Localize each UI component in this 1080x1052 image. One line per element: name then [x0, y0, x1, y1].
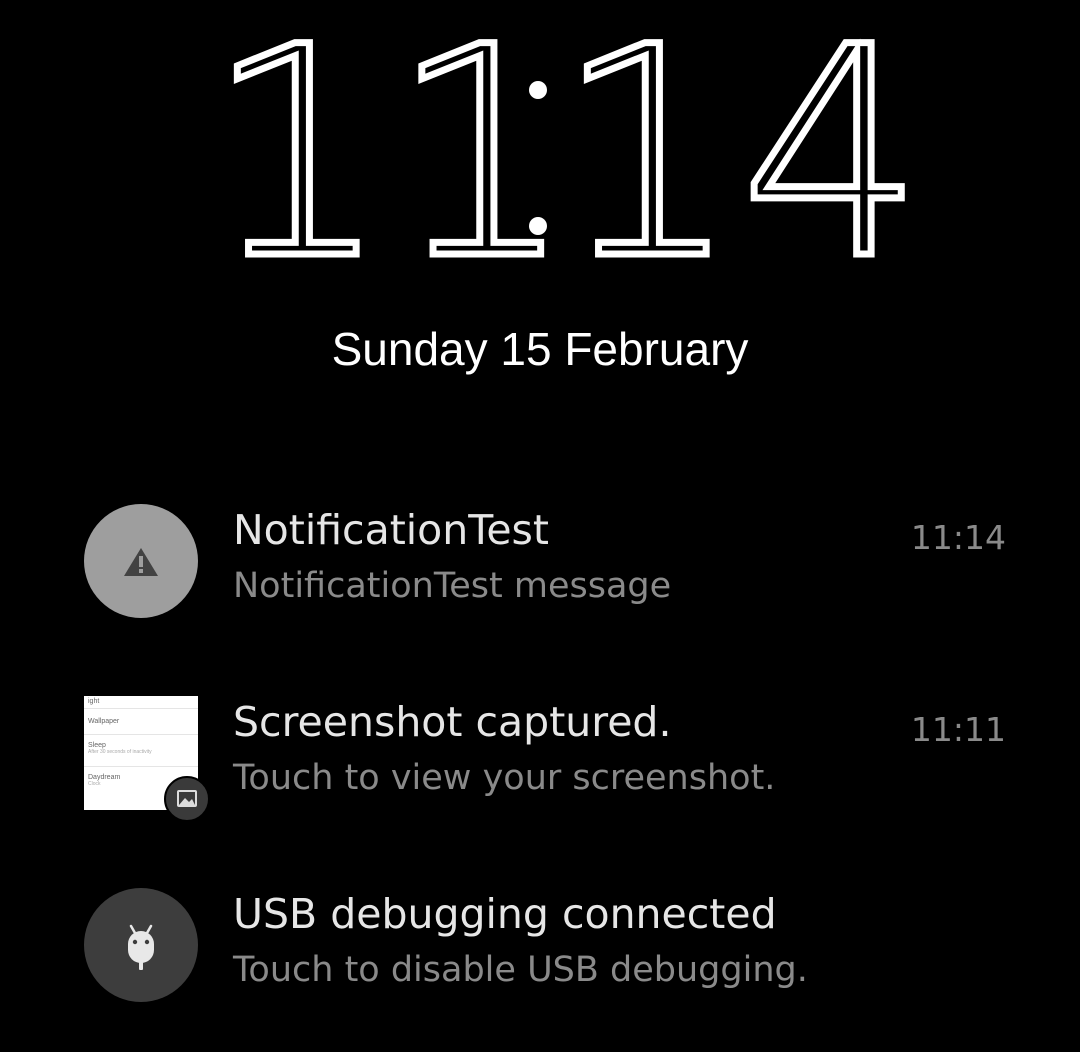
clock-minutes: 14 [555, 20, 924, 280]
notification-app-icon [84, 888, 198, 1002]
thumbnail-row: Daydream Clock [88, 774, 120, 787]
thumbnail-row: Sleep After 30 seconds of inactivity [88, 742, 152, 755]
thumbnail-divider [84, 766, 198, 767]
notification-time: 11:11 [910, 710, 1006, 749]
clock-colon-bottom [529, 217, 547, 235]
notification-body: Touch to disable USB debugging. [233, 950, 808, 990]
thumbnail-row: Wallpaper [88, 718, 120, 725]
notification-title: Screenshot captured. [233, 698, 672, 746]
thumbnail-divider [84, 708, 198, 709]
notification-app-icon [84, 504, 198, 618]
notification-body: Touch to view your screenshot. [233, 758, 776, 798]
notification-item[interactable]: ight Wallpaper Sleep After 30 seconds of… [0, 696, 1080, 826]
thumbnail-row-label: Daydream [88, 774, 121, 781]
warning-icon [124, 548, 158, 576]
notification-time: 11:14 [910, 518, 1006, 557]
clock-colon-top [529, 81, 547, 99]
notification-title: USB debugging connected [233, 890, 777, 938]
thumbnail-row-label: Sleep [88, 742, 106, 749]
screenshot-badge [164, 776, 210, 822]
lockscreen-date: Sunday 15 February [331, 323, 749, 375]
thumbnail-row-sub: Clock [88, 781, 101, 787]
thumbnail-divider [84, 734, 198, 735]
thumbnail-row: ight [88, 698, 100, 705]
notification-item[interactable]: USB debugging connected Touch to disable… [0, 888, 1080, 1018]
thumbnail-row-sub: After 30 seconds of inactivity [88, 749, 152, 755]
image-icon [177, 790, 197, 807]
clock-hours: 11 [205, 20, 574, 280]
lockscreen-clock: 11 14 [0, 20, 1080, 280]
notification-item[interactable]: NotificationTest NotificationTest messag… [0, 504, 1080, 634]
clock-digits: 11 14 [202, 20, 928, 280]
notification-title: NotificationTest [233, 506, 549, 554]
android-icon [128, 924, 154, 970]
notification-body: NotificationTest message [233, 566, 672, 606]
